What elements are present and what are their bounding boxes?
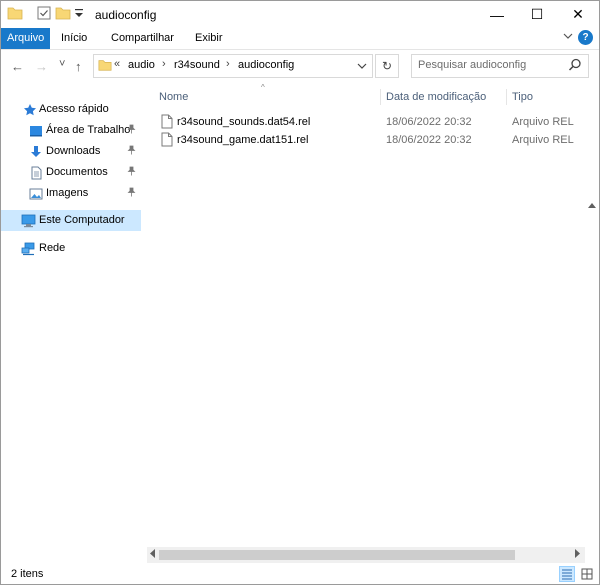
close-button[interactable]: ✕ [558, 1, 598, 28]
column-header-type[interactable]: Tipo [512, 91, 533, 103]
up-button[interactable]: ↑ [75, 59, 82, 74]
sidebar-item-label: Rede [39, 242, 66, 254]
column-header-name[interactable]: Nome [159, 91, 188, 103]
file-name: r34sound_sounds.dat54.rel [177, 116, 311, 128]
column-divider[interactable] [506, 89, 507, 105]
folder-icon [7, 5, 23, 25]
breadcrumb-audio[interactable]: audio [128, 59, 155, 71]
navigation-bar: ← → ˅ ↑ « audio › r34sound › audioconfig… [1, 50, 599, 84]
address-bar[interactable]: « audio › r34sound › audioconfig [93, 54, 373, 78]
title-bar: audioconfig — ☐ ✕ [1, 1, 599, 28]
forward-button[interactable]: → [35, 59, 48, 74]
search-input[interactable] [418, 58, 558, 72]
details-view-icon[interactable] [559, 566, 575, 582]
breadcrumb-overflow[interactable]: « [114, 58, 120, 70]
new-folder-icon[interactable] [55, 5, 71, 25]
status-bar: 2 itens [1, 564, 599, 584]
file-date: 18/06/2022 20:32 [386, 116, 472, 128]
sidebar-item-downloads[interactable]: Downloads [1, 141, 141, 162]
image-icon [29, 187, 43, 204]
scroll-thumb[interactable] [159, 550, 515, 560]
star-icon [23, 103, 37, 120]
customize-quick-access-icon[interactable] [74, 7, 84, 27]
sort-indicator: ^ [261, 83, 265, 92]
search-box[interactable] [411, 54, 589, 78]
address-dropdown-icon[interactable] [357, 61, 367, 74]
window-title: audioconfig [95, 8, 157, 22]
file-row[interactable]: r34sound_sounds.dat54.rel 18/06/2022 20:… [157, 112, 587, 132]
desktop-icon [29, 124, 43, 141]
file-type: Arquivo REL [512, 134, 574, 146]
help-button[interactable]: ? [578, 30, 593, 45]
download-icon [29, 145, 43, 162]
vertical-scrollbar[interactable] [585, 191, 599, 541]
ribbon: Arquivo Início Compartilhar Exibir ? [1, 28, 599, 50]
sidebar-item-este-computador[interactable]: Este Computador [1, 210, 141, 231]
sidebar-item-label: Este Computador [39, 214, 125, 226]
tab-compartilhar[interactable]: Compartilhar [105, 28, 180, 49]
breadcrumb-separator[interactable]: › [162, 58, 166, 70]
scroll-right-arrow[interactable] [575, 549, 581, 560]
sidebar-item-area-de-trabalho[interactable]: Área de Trabalho [1, 120, 141, 141]
pin-icon [127, 166, 136, 178]
file-type: Arquivo REL [512, 116, 574, 128]
column-header-date[interactable]: Data de modificação [386, 91, 486, 103]
tab-inicio[interactable]: Início [55, 28, 93, 49]
file-name: r34sound_game.dat151.rel [177, 134, 309, 146]
sidebar-item-documentos[interactable]: Documentos [1, 162, 141, 183]
sidebar-item-imagens[interactable]: Imagens [1, 183, 141, 204]
file-list: ^ Nome Data de modificação Tipo r34sound… [151, 83, 591, 545]
column-divider[interactable] [380, 89, 381, 105]
sidebar-item-acesso-rapido[interactable]: Acesso rápido [1, 99, 141, 120]
tab-arquivo[interactable]: Arquivo [1, 28, 51, 49]
network-icon [21, 242, 36, 259]
expand-ribbon-icon[interactable] [563, 31, 573, 44]
recent-locations-button[interactable]: ˅ [59, 58, 65, 70]
folder-icon [98, 58, 112, 75]
breadcrumb-separator[interactable]: › [226, 58, 230, 70]
sidebar-item-label: Documentos [46, 166, 108, 178]
document-icon [29, 166, 43, 183]
file-icon [161, 132, 173, 150]
back-button[interactable]: ← [11, 59, 24, 74]
refresh-button[interactable]: ↻ [375, 54, 399, 78]
sidebar-item-label: Downloads [46, 145, 101, 157]
scroll-left-arrow[interactable] [149, 549, 155, 560]
file-date: 18/06/2022 20:32 [386, 134, 472, 146]
tab-exibir[interactable]: Exibir [189, 28, 229, 49]
file-explorer-window: audioconfig — ☐ ✕ Arquivo Início Compart… [0, 0, 600, 585]
navigation-pane: Acesso rápido Área de Trabalho Downloads [1, 93, 141, 533]
minimize-button[interactable]: — [477, 1, 517, 28]
sidebar-item-label: Área de Trabalho [46, 124, 131, 136]
sidebar-item-label: Imagens [46, 187, 89, 199]
pin-icon [127, 145, 136, 157]
breadcrumb-audioconfig[interactable]: audioconfig [238, 59, 294, 71]
item-count: 2 itens [11, 568, 44, 580]
computer-icon [21, 214, 36, 231]
sidebar-item-rede[interactable]: Rede [1, 238, 141, 259]
file-row[interactable]: r34sound_game.dat151.rel 18/06/2022 20:3… [157, 130, 587, 150]
search-icon[interactable] [568, 58, 582, 75]
pin-icon [127, 187, 136, 199]
large-icons-view-icon[interactable] [579, 566, 595, 582]
sidebar-item-label: Acesso rápido [39, 103, 109, 115]
horizontal-scrollbar[interactable] [147, 547, 585, 563]
maximize-button[interactable]: ☐ [517, 1, 557, 28]
scroll-up-arrow[interactable] [588, 201, 596, 210]
properties-icon[interactable] [36, 5, 52, 25]
breadcrumb-r34sound[interactable]: r34sound [174, 59, 220, 71]
pin-icon [127, 124, 136, 136]
